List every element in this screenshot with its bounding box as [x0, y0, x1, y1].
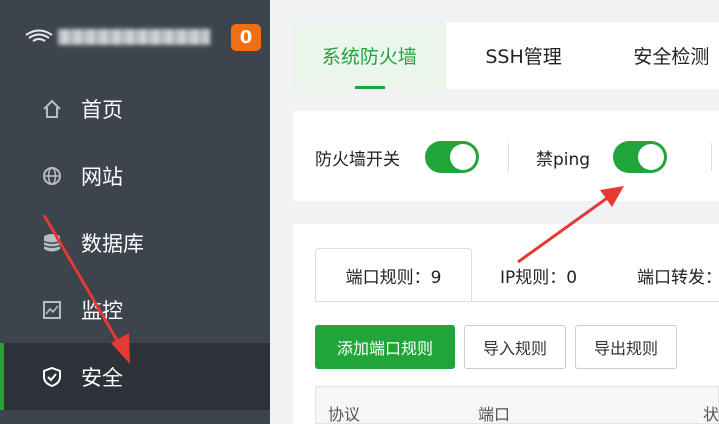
- firewall-switch-label: 防火墙开关: [315, 150, 400, 170]
- sidebar-item-database[interactable]: 数据库: [0, 209, 270, 276]
- subtab-divider: [315, 301, 719, 302]
- security-tabs: 系统防火墙 SSH管理 安全检测: [293, 22, 719, 89]
- blurred-hostname: [58, 29, 210, 45]
- divider: [508, 143, 509, 171]
- divider: [711, 143, 712, 171]
- sidebar-item-label: 安全: [81, 365, 123, 390]
- sidebar: 0 首页 网站 数据库 监控 安全: [0, 0, 270, 424]
- tab-security-check[interactable]: 安全检测: [601, 22, 719, 89]
- home-icon: [40, 97, 64, 121]
- ping-switch-label: 禁ping: [536, 150, 591, 170]
- toggle-knob: [638, 144, 664, 170]
- sidebar-item-home[interactable]: 首页: [0, 75, 270, 142]
- monitor-icon: [40, 298, 64, 322]
- subtab-ip-rules[interactable]: IP规则：0: [500, 248, 577, 302]
- toggle-knob: [450, 144, 476, 170]
- column-status[interactable]: 状: [703, 401, 719, 424]
- shield-icon: [40, 365, 64, 389]
- column-port[interactable]: 端口: [478, 401, 510, 424]
- sidebar-item-security[interactable]: 安全: [0, 343, 270, 410]
- sidebar-item-label: 监控: [81, 298, 123, 323]
- add-port-rule-button[interactable]: 添加端口规则: [315, 325, 455, 369]
- sidebar-item-label: 首页: [81, 97, 123, 122]
- column-protocol[interactable]: 协议: [328, 401, 360, 424]
- sidebar-nav: 首页 网站 数据库 监控 安全: [0, 75, 270, 410]
- tab-system-firewall[interactable]: 系统防火墙: [293, 22, 446, 89]
- tab-ssh-management[interactable]: SSH管理: [446, 22, 602, 89]
- database-icon: [40, 231, 64, 255]
- sidebar-item-label: 数据库: [81, 231, 144, 256]
- brand-area: 0: [0, 0, 270, 75]
- import-rules-button[interactable]: 导入规则: [464, 325, 566, 369]
- sidebar-item-website[interactable]: 网站: [0, 142, 270, 209]
- logo-icon: [25, 29, 53, 42]
- globe-icon: [40, 164, 64, 188]
- sidebar-item-monitor[interactable]: 监控: [0, 276, 270, 343]
- sidebar-item-label: 网站: [81, 164, 123, 189]
- table-header: [315, 386, 719, 424]
- notification-badge[interactable]: 0: [231, 24, 261, 51]
- export-rules-button[interactable]: 导出规则: [575, 325, 677, 369]
- ping-toggle[interactable]: [613, 141, 667, 173]
- subtab-port-rules[interactable]: 端口规则：9: [315, 248, 472, 302]
- subtab-port-forward[interactable]: 端口转发：: [637, 248, 719, 302]
- firewall-toggle[interactable]: [425, 141, 479, 173]
